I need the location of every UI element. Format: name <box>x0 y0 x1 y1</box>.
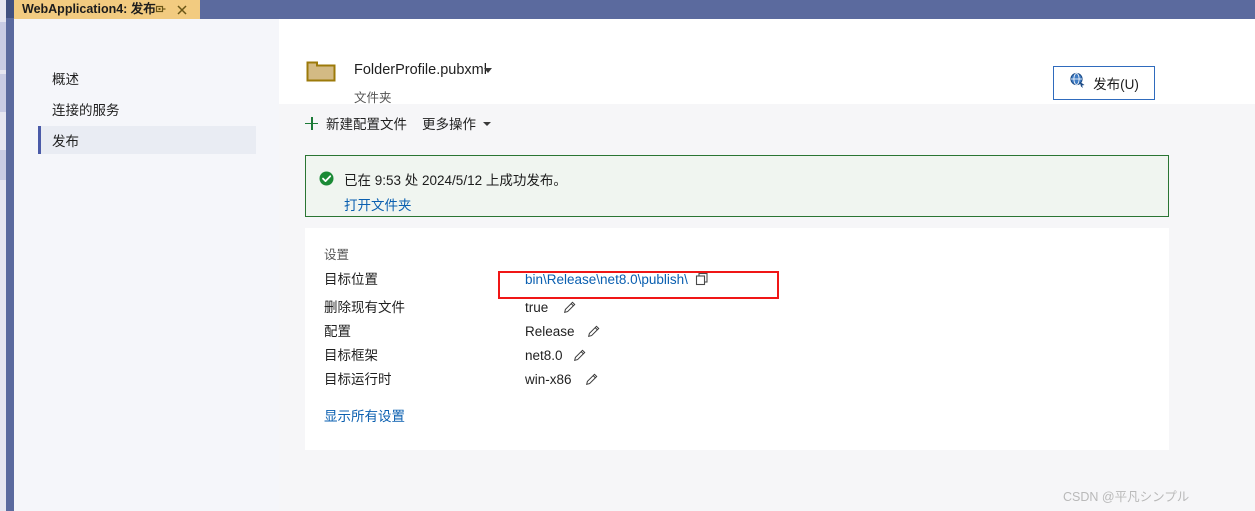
setting-row-target-location: 目标位置 bin\Release\net8.0\publish\ <box>324 268 1144 292</box>
setting-value: net8.0 <box>525 348 563 363</box>
setting-label: 目标框架 <box>324 348 378 363</box>
settings-title: 设置 <box>324 248 350 262</box>
new-profile-button[interactable]: 新建配置文件 <box>305 112 407 134</box>
sidebar-item-publish[interactable]: 发布 <box>38 126 256 154</box>
settings-card: 设置 目标位置 bin\Release\net8.0\publish\ 删除现有… <box>305 228 1169 450</box>
new-profile-label: 新建配置文件 <box>326 117 407 132</box>
sidebar-item-connected-services[interactable]: 连接的服务 <box>38 95 256 123</box>
dock-splitter[interactable] <box>6 0 14 511</box>
sidebar-item-label: 连接的服务 <box>52 103 120 118</box>
more-actions-label: 更多操作 <box>422 117 476 132</box>
edit-pencil-icon[interactable] <box>587 325 600 338</box>
tab-webapplication4-publish[interactable]: WebApplication4: 发布 <box>14 0 200 19</box>
copy-icon[interactable] <box>695 272 709 286</box>
success-check-icon <box>319 171 334 186</box>
close-icon[interactable] <box>175 2 189 17</box>
setting-value-link[interactable]: bin\Release\net8.0\publish\ <box>525 268 688 292</box>
setting-row-target-runtime: 目标运行时 win-x86 <box>324 368 1144 392</box>
show-all-settings-link[interactable]: 显示所有设置 <box>324 405 405 425</box>
main-content: FolderProfile.pubxml 文件夹 发布(U) 新建配置文件 更多… <box>279 19 1255 511</box>
chevron-down-icon[interactable] <box>484 68 492 73</box>
document-tab-strip <box>14 0 1255 19</box>
setting-label: 目标位置 <box>324 272 378 287</box>
setting-value: win-x86 <box>525 372 572 387</box>
publish-status-panel: 已在 9:53 处 2024/5/12 上成功发布。 打开文件夹 <box>305 155 1169 217</box>
open-folder-link[interactable]: 打开文件夹 <box>344 194 412 214</box>
setting-label: 目标运行时 <box>324 372 392 387</box>
profile-name: FolderProfile.pubxml <box>354 62 487 78</box>
dock-splitter-top <box>6 0 14 18</box>
publish-globe-icon <box>1069 72 1086 94</box>
edit-pencil-icon[interactable] <box>573 349 586 362</box>
publish-button[interactable]: 发布(U) <box>1053 66 1155 100</box>
sidebar-item-label: 发布 <box>52 134 79 149</box>
publish-status-message: 已在 9:53 处 2024/5/12 上成功发布。 <box>344 173 567 188</box>
setting-value: true <box>525 300 549 315</box>
more-actions-button[interactable]: 更多操作 <box>422 112 491 134</box>
setting-row-configuration: 配置 Release <box>324 320 1144 344</box>
sidebar-item-overview[interactable]: 概述 <box>38 64 256 92</box>
chevron-down-icon <box>483 122 491 126</box>
tab-label: WebApplication4: 发布 <box>22 2 156 16</box>
profile-toolbar: 新建配置文件 更多操作 <box>279 104 1255 144</box>
sidebar-item-label: 概述 <box>52 72 79 87</box>
plus-icon <box>305 116 318 130</box>
publish-profile-page: WebApplication4: 发布 概述 连接的服务 发布 FolderPr… <box>0 0 1255 511</box>
edit-pencil-icon[interactable] <box>563 301 576 314</box>
edit-pencil-icon[interactable] <box>585 373 598 386</box>
publish-button-label: 发布(U) <box>1093 77 1139 92</box>
pin-icon[interactable] <box>154 3 167 16</box>
setting-label: 配置 <box>324 324 351 339</box>
setting-row-remove-existing-files: 删除现有文件 true <box>324 296 1144 320</box>
setting-value: Release <box>525 324 575 339</box>
watermark: CSDN @平凡シンプル <box>1063 490 1190 504</box>
setting-label: 删除现有文件 <box>324 300 405 315</box>
left-navigation: 概述 连接的服务 发布 <box>14 19 279 511</box>
folder-icon <box>306 59 336 83</box>
setting-row-target-framework: 目标框架 net8.0 <box>324 344 1144 368</box>
